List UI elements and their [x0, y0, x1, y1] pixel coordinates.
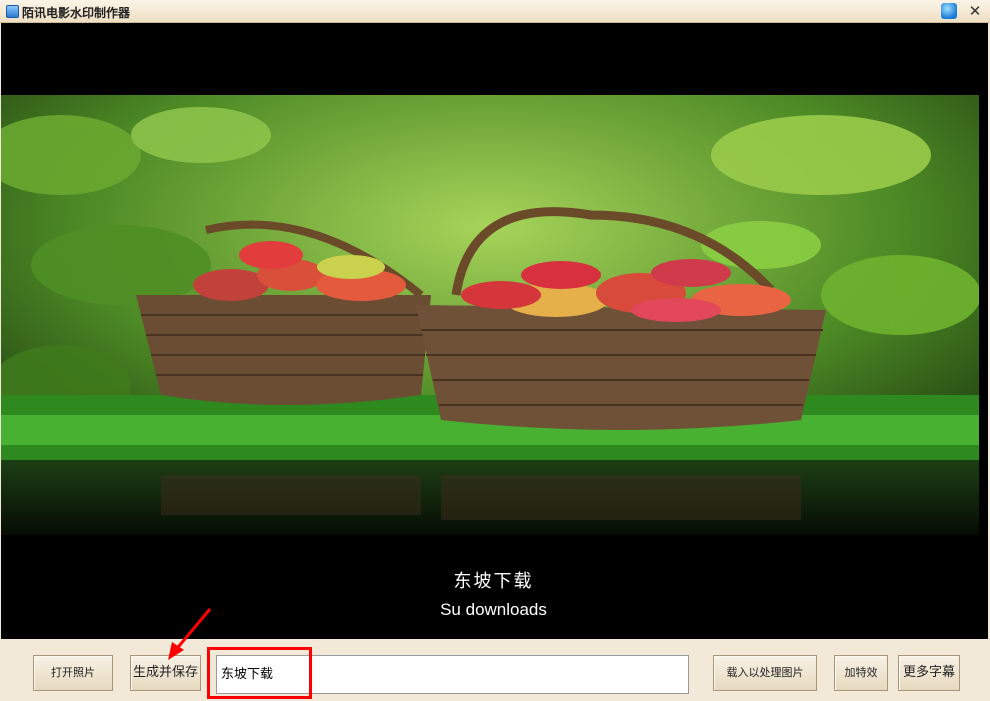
- more-subtitles-button[interactable]: 更多字幕: [898, 655, 960, 691]
- open-photo-button[interactable]: 打开照片: [33, 655, 113, 691]
- skin-icon[interactable]: [941, 3, 957, 19]
- load-process-image-button[interactable]: 载入以处理图片: [713, 655, 817, 691]
- window-title: 陌讯电影水印制作器: [22, 6, 131, 20]
- add-effects-button[interactable]: 加特效: [834, 655, 888, 691]
- apple-baskets-image: [1, 95, 979, 535]
- preview-caption-english: Su downloads: [440, 600, 547, 619]
- preview-caption-chinese: 东坡下载: [453, 571, 534, 592]
- close-button[interactable]: ✕: [966, 2, 984, 20]
- app-icon: [6, 5, 19, 18]
- preview-photo: [1, 95, 979, 535]
- subtitle-text-input[interactable]: 东坡下载: [216, 655, 689, 694]
- generate-save-button[interactable]: 生成并保存: [130, 655, 201, 691]
- title-bar: 陌讯电影水印制作器 ✕: [0, 0, 990, 23]
